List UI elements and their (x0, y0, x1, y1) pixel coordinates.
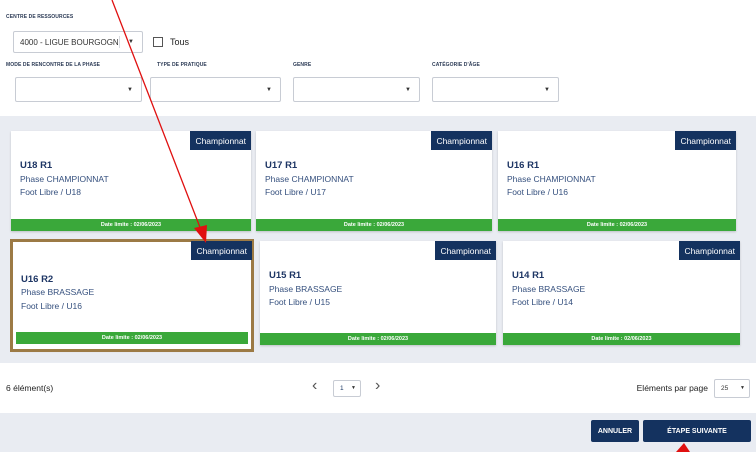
card-phase: Phase BRASSAGE (269, 284, 343, 294)
card-phase: Phase CHAMPIONNAT (507, 174, 596, 184)
per-page-label: Eléments par page (636, 383, 708, 393)
per-page-value: 25 (721, 385, 729, 392)
chevron-down-icon: ▼ (405, 86, 411, 93)
chevron-down-icon: ▼ (127, 86, 133, 93)
deadline-bar: Date limite : 02/06/2023 (260, 333, 496, 345)
card-phase: Phase CHAMPIONNAT (20, 174, 109, 184)
card-title: U14 R1 (512, 270, 545, 281)
card-phase: Phase CHAMPIONNAT (265, 174, 354, 184)
meeting-mode-label: MODE DE RENCONTRE DE LA PHASE (6, 62, 101, 68)
annotation-arrowhead (676, 443, 690, 452)
age-category-select[interactable]: ▼ (432, 77, 559, 102)
deadline-bar: Date limite : 02/06/2023 (503, 333, 740, 345)
championnat-badge: Championnat (435, 241, 496, 260)
filter-panel: CENTRE DE RESSOURCES 4000 - LIGUE BOURGO… (0, 0, 756, 116)
page-number: 1 (340, 385, 344, 392)
resource-center-label: CENTRE DE RESSOURCES (6, 14, 74, 20)
deadline-bar: Date limite : 02/06/2023 (256, 219, 492, 231)
resource-center-value: 4000 - LIGUE BOURGOGN (20, 38, 119, 47)
card-subtitle: Foot Libre / U14 (512, 297, 573, 307)
championnat-badge: Championnat (675, 131, 736, 150)
deadline-bar: Date limite : 02/06/2023 (16, 332, 248, 344)
page-select[interactable]: 1 ▼ (333, 380, 361, 397)
practice-type-label: TYPE DE PRATIQUE (157, 62, 207, 68)
championnat-badge: Championnat (431, 131, 492, 150)
card-title: U18 R1 (20, 160, 53, 171)
chevron-down-icon: ▼ (740, 385, 745, 391)
competition-card[interactable]: Championnat U18 R1 Phase CHAMPIONNAT Foo… (11, 131, 251, 231)
chevron-down-icon: ▼ (544, 86, 550, 93)
age-category-label: CATÉGORIE D'ÂGE (432, 62, 480, 68)
chevron-down-icon: ▼ (351, 385, 356, 391)
card-subtitle: Foot Libre / U17 (265, 187, 326, 197)
competition-card-selected[interactable]: Championnat U16 R2 Phase BRASSAGE Foot L… (10, 239, 254, 352)
card-title: U17 R1 (265, 160, 298, 171)
competition-card[interactable]: Championnat U15 R1 Phase BRASSAGE Foot L… (260, 241, 496, 345)
chevron-down-icon: ▼ (128, 39, 134, 45)
championnat-badge: Championnat (191, 241, 252, 260)
chevron-left-icon[interactable]: ‹ (312, 377, 317, 395)
meeting-mode-select[interactable]: ▼ (15, 77, 142, 102)
card-subtitle: Foot Libre / U18 (20, 187, 81, 197)
card-subtitle: Foot Libre / U16 (21, 301, 82, 311)
deadline-bar: Date limite : 02/06/2023 (11, 219, 251, 231)
card-title: U16 R2 (21, 274, 54, 285)
competition-card[interactable]: Championnat U17 R1 Phase CHAMPIONNAT Foo… (256, 131, 492, 231)
chevron-right-icon[interactable]: › (375, 377, 380, 395)
cancel-button[interactable]: ANNULER (591, 420, 639, 442)
card-subtitle: Foot Libre / U15 (269, 297, 330, 307)
championnat-badge: Championnat (679, 241, 740, 260)
practice-type-select[interactable]: ▼ (150, 77, 281, 102)
per-page-select[interactable]: 25 ▼ (714, 379, 750, 398)
championnat-badge: Championnat (190, 131, 251, 150)
gender-label: GENRE (293, 62, 312, 68)
card-phase: Phase BRASSAGE (21, 287, 95, 297)
all-checkbox[interactable] (153, 37, 163, 47)
card-subtitle: Foot Libre / U16 (507, 187, 568, 197)
gender-select[interactable]: ▼ (293, 77, 420, 102)
card-title: U15 R1 (269, 270, 302, 281)
resource-center-select[interactable]: 4000 - LIGUE BOURGOGN ▼ (13, 31, 143, 53)
pagination-bar: 6 élément(s) ‹ 1 ▼ › Eléments par page 2… (0, 363, 756, 413)
competition-card[interactable]: Championnat U16 R1 Phase CHAMPIONNAT Foo… (498, 131, 736, 231)
all-checkbox-label: Tous (170, 37, 190, 47)
chevron-down-icon: ▼ (266, 86, 272, 93)
competition-card[interactable]: Championnat U14 R1 Phase BRASSAGE Foot L… (503, 241, 740, 345)
item-count: 6 élément(s) (6, 383, 54, 393)
next-step-button[interactable]: ÉTAPE SUIVANTE (643, 420, 751, 442)
deadline-bar: Date limite : 02/06/2023 (498, 219, 736, 231)
card-phase: Phase BRASSAGE (512, 284, 586, 294)
card-title: U16 R1 (507, 160, 540, 171)
